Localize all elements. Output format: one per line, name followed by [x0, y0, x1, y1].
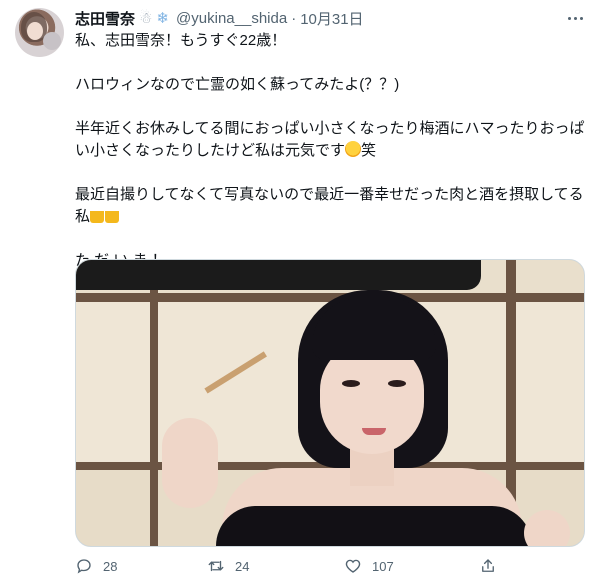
retweet-count: 24	[235, 558, 250, 574]
heart-icon	[345, 559, 361, 573]
beer-mugs-emoji	[105, 207, 120, 223]
tweet-header: 志田雪奈 ☃ ❄ @yukina__shida · 10月31日	[75, 8, 364, 28]
tweet-paragraph-1: 私、志田雪奈！もうすぐ22歳！	[75, 32, 287, 49]
tweet-paragraph-4: 最近自撮りしてなくて写真ないので最近一番幸せだった肉と酒を摂取してる私	[75, 184, 587, 228]
snowman-emoji: ☃	[139, 9, 153, 27]
like-count: 107	[372, 558, 394, 574]
tweet-photo[interactable]	[75, 259, 585, 547]
tweet-date[interactable]: 10月31日	[300, 8, 363, 29]
photo-person	[76, 260, 584, 546]
user-handle[interactable]: @yukina__shida	[176, 10, 287, 27]
avatar-face	[27, 22, 43, 40]
more-horizontal-icon[interactable]	[565, 10, 585, 26]
avatar-plush-toy	[43, 32, 61, 50]
reply-button[interactable]: 28	[75, 557, 207, 575]
tweet-paragraph-2: ハロウィンなので亡霊の如く蘇ってみたよ(？？)	[75, 76, 400, 93]
like-button[interactable]: 107	[344, 557, 479, 575]
separator-dot: ·	[291, 9, 297, 27]
tweet-paragraph-3-laugh: 笑	[361, 142, 377, 159]
share-button[interactable]	[479, 557, 497, 575]
tweet-actions: 28 24 107	[75, 556, 515, 576]
retweet-button[interactable]: 24	[207, 557, 344, 575]
reply-count: 28	[103, 558, 118, 574]
share-icon	[482, 559, 494, 572]
tweet[interactable]: 志田雪奈 ☃ ❄ @yukina__shida · 10月31日 私、志田雪奈！…	[0, 0, 601, 588]
tweet-paragraph-4-text: 最近自撮りしてなくて写真ないので最近一番幸せだった肉と酒を摂取してる私	[75, 186, 584, 225]
chopsticks	[204, 351, 267, 394]
tweet-paragraph-3: 半年近くお休みしてる間におっぱい小さくなったり梅酒にハマったりおっぱい小さくなっ…	[75, 118, 587, 162]
reply-icon	[77, 559, 91, 574]
display-name[interactable]: 志田雪奈	[75, 8, 135, 29]
tweet-text: 私、志田雪奈！もうすぐ22歳！ ハロウィンなので亡霊の如く蘇ってみたよ(？？) …	[75, 30, 587, 272]
hugging-face-emoji	[345, 141, 362, 157]
retweet-icon	[208, 560, 224, 572]
snowflake-emoji: ❄	[156, 9, 170, 27]
tweet-paragraph-3-text: 半年近くお休みしてる間におっぱい小さくなったり梅酒にハマったりおっぱい小さくなっ…	[75, 120, 585, 159]
beer-mugs-emoji	[90, 207, 105, 223]
avatar[interactable]	[15, 8, 64, 57]
